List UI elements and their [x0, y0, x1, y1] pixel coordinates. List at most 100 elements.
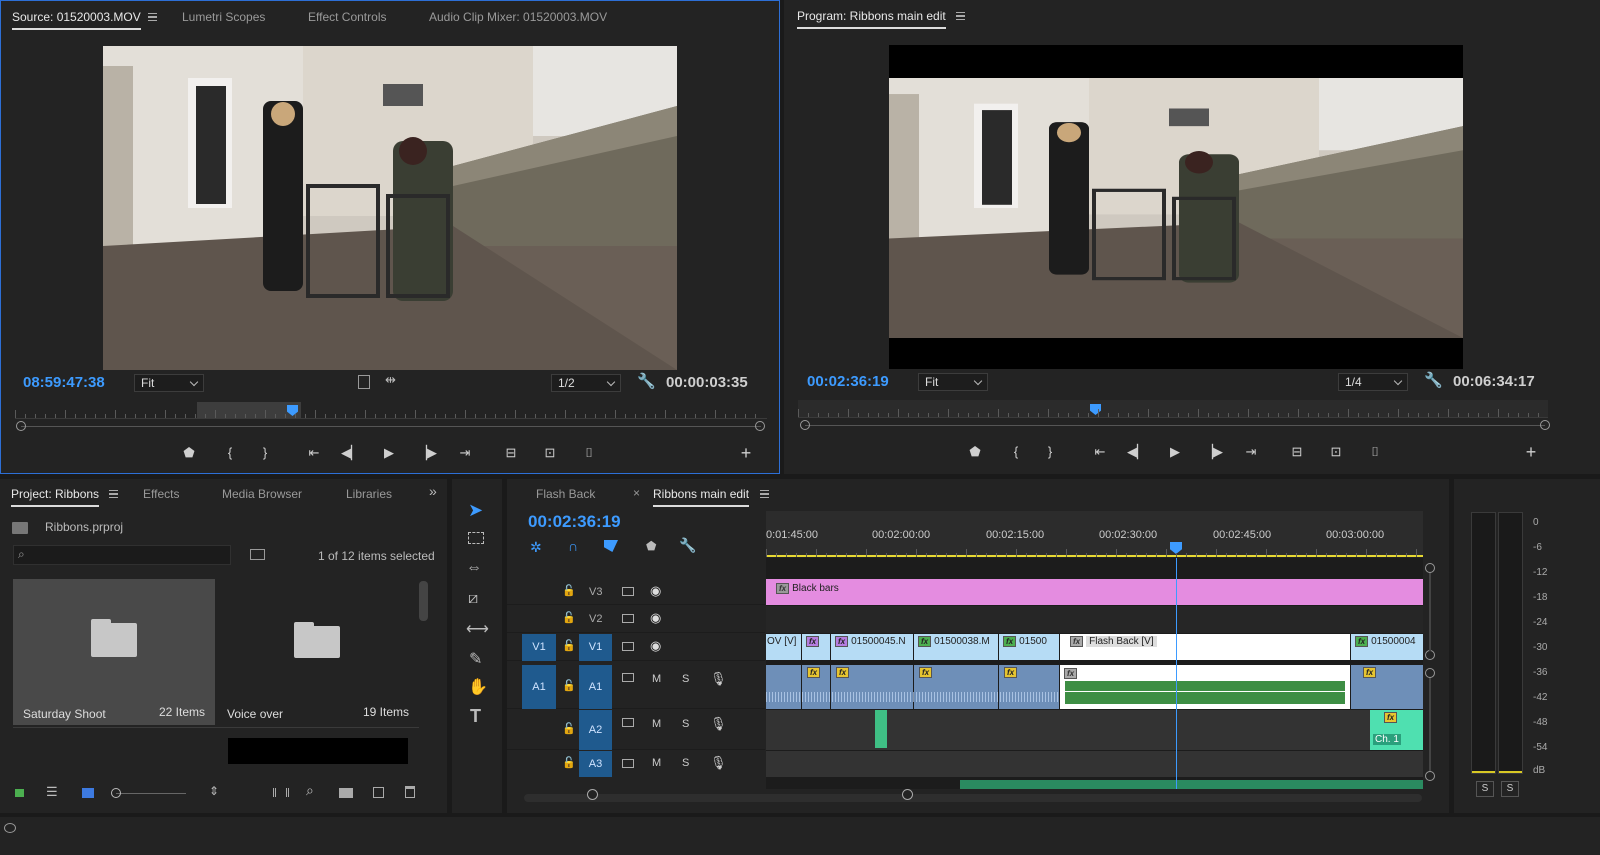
timeline-settings-icon[interactable]: 🔧 [679, 537, 696, 554]
more-panels-icon[interactable]: » [429, 483, 437, 499]
track-lock-icon[interactable]: 🔓 [562, 639, 576, 652]
source-timecode[interactable]: 08:59:47:38 [23, 374, 105, 391]
source-menu-icon[interactable] [148, 13, 157, 21]
audio-clip-a1-4[interactable]: fx [914, 665, 998, 709]
source-add-button-icon[interactable]: + [736, 444, 756, 462]
timeline-ruler[interactable]: 0:01:45:00 00:02:00:00 00:02:15:00 00:02… [766, 511, 1423, 557]
automate-sequence-icon[interactable] [273, 788, 289, 797]
clip-v1-01500004[interactable]: fx 01500004 [1351, 634, 1423, 660]
solo-button[interactable]: S [682, 673, 689, 685]
program-time-ruler[interactable] [798, 400, 1548, 418]
audio-clip-a1-6[interactable]: fx [1351, 665, 1423, 709]
clip-black-bars[interactable]: fx Black bars [766, 579, 1423, 605]
program-step-back-icon[interactable]: ◀▏ [1127, 443, 1147, 461]
program-zoom-bar[interactable] [805, 425, 1545, 426]
sync-lock-icon[interactable] [622, 614, 634, 623]
source-fit-dropdown[interactable]: Fit [134, 374, 204, 392]
bin-tile-voice-over[interactable]: Voice over 19 Items [217, 579, 419, 725]
linked-selection-icon[interactable] [604, 540, 618, 552]
program-settings-wrench-icon[interactable]: 🔧 [1424, 371, 1443, 389]
audio-scroll-bottom[interactable] [1425, 771, 1435, 781]
list-view-icon[interactable]: ☰ [46, 784, 58, 800]
snap-icon[interactable]: ∩ [568, 538, 578, 554]
source-zoom-handle-right[interactable] [755, 421, 765, 431]
sync-lock-icon[interactable] [622, 642, 634, 651]
audio-clip-a2-ch1[interactable]: fx Ch. 1 [1370, 710, 1423, 750]
track-target-v1[interactable]: V1 [579, 634, 612, 661]
lift-icon[interactable]: ⊟ [1287, 443, 1307, 461]
tab-flash-back[interactable]: Flash Back [536, 487, 595, 501]
ripple-edit-tool-icon[interactable]: ⇔ [466, 559, 482, 577]
lock-icon[interactable] [15, 789, 24, 797]
extract-icon[interactable]: ⊡ [1326, 443, 1346, 461]
render-status-icon[interactable] [4, 823, 16, 833]
source-settings-wrench-icon[interactable]: 🔧 [637, 372, 656, 390]
go-to-out-icon[interactable]: ⇥ [455, 444, 475, 462]
sync-lock-icon[interactable] [622, 673, 634, 682]
project-search-input[interactable]: ⌕ [13, 545, 231, 565]
overwrite-icon[interactable]: ⊡ [540, 444, 560, 462]
audio-clip-a1-flashback[interactable]: fx [1060, 665, 1350, 709]
program-go-to-out-icon[interactable]: ⇥ [1241, 443, 1261, 461]
track-label[interactable]: V3 [589, 586, 602, 598]
tab-effects[interactable]: Effects [143, 487, 179, 501]
source-patch-a1[interactable]: A1 [522, 665, 556, 709]
tab-effect-controls[interactable]: Effect Controls [308, 10, 386, 24]
close-tab-icon[interactable]: × [633, 486, 640, 500]
program-step-forward-icon[interactable]: ▕▶ [1203, 443, 1223, 461]
insert-icon[interactable]: ⊟ [501, 444, 521, 462]
track-lock-icon[interactable]: 🔓 [562, 756, 576, 769]
sync-lock-icon[interactable] [622, 718, 634, 727]
video-scroll-bottom[interactable] [1425, 650, 1435, 660]
solo-button[interactable]: S [682, 757, 689, 769]
source-time-ruler[interactable] [15, 401, 767, 419]
timeline-menu-icon[interactable] [760, 490, 769, 498]
export-frame-icon[interactable]: ⌷ [579, 444, 599, 462]
program-zoom-handle-right[interactable] [1540, 420, 1550, 430]
source-zoom-bar[interactable] [21, 426, 761, 427]
solo-button[interactable]: S [682, 718, 689, 730]
slip-tool-icon[interactable]: ⟷ [466, 619, 489, 639]
program-play-icon[interactable]: ▶ [1165, 443, 1185, 461]
audio-clip-a1-1[interactable] [766, 665, 801, 709]
eye-icon[interactable]: ◉ [650, 638, 661, 654]
clip-v1-01500038[interactable]: fx 01500038.M [914, 634, 998, 660]
new-item-icon[interactable] [373, 787, 384, 798]
track-select-tool-icon[interactable] [468, 532, 484, 544]
audio-clip-a2-small[interactable] [875, 710, 887, 748]
program-go-to-in-icon[interactable]: ⇤ [1090, 443, 1110, 461]
clip-v1-flash-back[interactable]: fx Flash Back [V] [1060, 634, 1350, 660]
source-resolution-dropdown[interactable]: 1/2 [551, 374, 621, 392]
eye-icon[interactable]: ◉ [650, 583, 661, 599]
timeline-timecode[interactable]: 00:02:36:19 [528, 512, 621, 532]
program-fit-dropdown[interactable]: Fit [918, 373, 988, 391]
source-zoom-handle-left[interactable] [16, 421, 26, 431]
tab-source[interactable]: Source: 01520003.MOV [12, 10, 141, 30]
track-lock-icon[interactable]: 🔓 [562, 611, 576, 624]
hand-tool-icon[interactable]: ✋ [468, 677, 488, 697]
program-mark-in-icon[interactable]: { [1006, 443, 1026, 461]
vertical-scrollbar-audio[interactable] [1429, 678, 1431, 771]
mute-button[interactable]: M [652, 673, 661, 685]
tab-audio-clip-mixer[interactable]: Audio Clip Mixer: 01520003.MOV [429, 10, 607, 24]
program-menu-icon[interactable] [956, 12, 965, 20]
track-lock-icon[interactable]: 🔓 [562, 584, 576, 597]
mute-button[interactable]: M [652, 757, 661, 769]
find-icon[interactable]: ⌕ [306, 782, 314, 799]
clip-v1-01500045[interactable]: fx 01500045.N [831, 634, 913, 660]
microphone-icon[interactable]: 🎙 [710, 755, 727, 771]
tab-ribbons-main-edit[interactable]: Ribbons main edit [653, 487, 750, 507]
project-menu-icon[interactable] [109, 490, 118, 498]
insert-overlay-icon[interactable]: ⇹ [385, 372, 396, 388]
new-search-bin-icon[interactable] [250, 549, 265, 560]
razor-tool-icon[interactable]: ⧄ [468, 590, 478, 608]
program-zoom-handle-left[interactable] [800, 420, 810, 430]
safe-margins-icon[interactable] [358, 375, 370, 389]
solo-right-button[interactable]: S [1501, 781, 1519, 797]
program-playhead[interactable] [1090, 404, 1101, 415]
solo-left-button[interactable]: S [1476, 781, 1494, 797]
timeline-marker-icon[interactable]: ⬟ [646, 539, 656, 553]
timeline-scroll-handle-right[interactable] [902, 789, 913, 800]
audio-scroll-top[interactable] [1425, 668, 1435, 678]
vertical-scrollbar-video[interactable] [1429, 573, 1431, 651]
